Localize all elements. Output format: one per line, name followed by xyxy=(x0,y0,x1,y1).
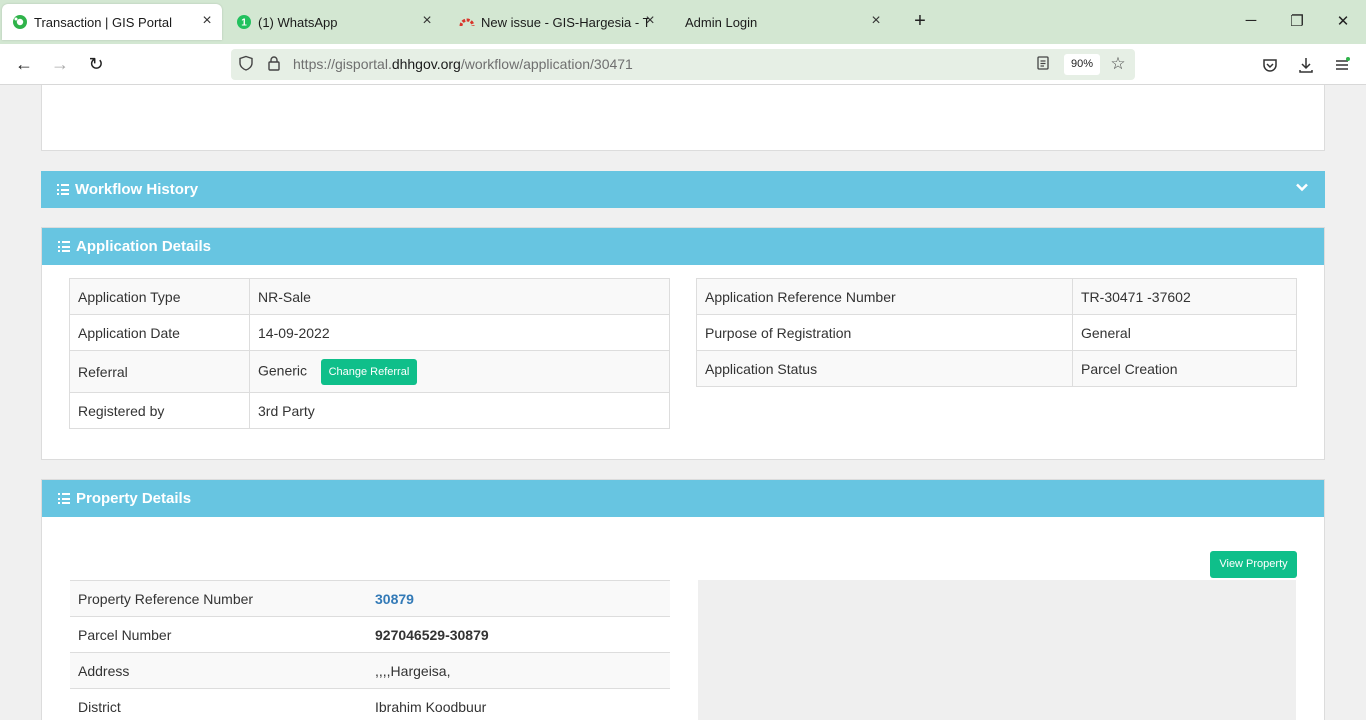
application-details-title: Application Details xyxy=(76,238,212,255)
url-prefix: https://gisportal. xyxy=(293,56,392,72)
close-tab-icon[interactable]: × xyxy=(200,13,214,29)
workflow-history-header[interactable]: Workflow History xyxy=(41,171,1325,208)
lock-icon[interactable] xyxy=(265,55,283,73)
navigation-bar: ← → ↻ https://gisportal.dhhgov.org/workf… xyxy=(0,44,1366,85)
property-details-table: Property Reference Number 30879 Parcel N… xyxy=(70,580,670,720)
tab-bar: Transaction | GIS Portal × 1 (1) WhatsAp… xyxy=(0,0,1366,44)
parcel-number-label: Parcel Number xyxy=(70,616,367,653)
district-label: District xyxy=(70,688,367,720)
table-row: District Ibrahim Koodbuur xyxy=(70,688,670,720)
previous-panel xyxy=(41,85,1325,151)
referral-cell: Generic Change Referral xyxy=(249,350,670,393)
registered-by-label: Registered by xyxy=(69,392,250,429)
whatsapp-icon: 1 xyxy=(236,14,252,30)
tab-admin-login[interactable]: Admin Login × xyxy=(685,4,891,40)
table-row: Registered by 3rd Party xyxy=(69,392,670,429)
close-tab-icon[interactable]: × xyxy=(643,13,657,29)
table-row: Application Reference Number TR-30471 -3… xyxy=(696,278,1297,315)
registered-by-value: 3rd Party xyxy=(249,392,670,429)
bookmark-star-icon[interactable]: ☆ xyxy=(1109,55,1127,73)
application-details-left-table: Application Type NR-Sale Application Dat… xyxy=(69,278,670,429)
property-details-header[interactable]: Property Details xyxy=(42,480,1324,517)
property-details-title: Property Details xyxy=(76,490,192,507)
tab-new-issue[interactable]: New issue - GIS-Hargesia - Team × xyxy=(459,4,665,40)
property-reference-label: Property Reference Number xyxy=(70,580,367,617)
close-tab-icon[interactable]: × xyxy=(869,13,883,29)
property-details-panel: Property Details View Property Property … xyxy=(41,479,1325,720)
table-row: Parcel Number 927046529-30879 xyxy=(70,616,670,653)
restore-icon[interactable]: ❐ xyxy=(1287,12,1307,32)
district-value: Ibrahim Koodbuur xyxy=(367,688,670,720)
workflow-history-title: Workflow History xyxy=(75,181,199,198)
list-icon xyxy=(58,241,70,252)
forward-icon[interactable]: → xyxy=(48,53,72,77)
list-icon xyxy=(57,184,69,195)
workflow-history-panel[interactable]: Workflow History xyxy=(41,171,1325,208)
address-value: ,,,,Hargeisa, xyxy=(367,652,670,689)
property-reference-link[interactable]: 30879 xyxy=(367,580,670,617)
view-property-button[interactable]: View Property xyxy=(1210,551,1297,578)
url-path: /workflow/application/30471 xyxy=(460,56,633,72)
table-row: Application Type NR-Sale xyxy=(69,278,670,315)
pocket-icon[interactable] xyxy=(1258,53,1282,77)
tab-whatsapp[interactable]: 1 (1) WhatsApp × xyxy=(236,4,442,40)
close-tab-icon[interactable]: × xyxy=(420,13,434,29)
shield-icon[interactable] xyxy=(237,55,255,73)
referral-value: Generic xyxy=(258,362,308,379)
property-map[interactable] xyxy=(698,580,1296,720)
status-value: Parcel Creation xyxy=(1072,350,1297,387)
tab-title: New issue - GIS-Hargesia - Team xyxy=(481,14,649,30)
purpose-label: Purpose of Registration xyxy=(696,314,1073,351)
table-row: Referral Generic Change Referral xyxy=(69,350,670,393)
chevron-down-icon[interactable] xyxy=(1295,180,1309,194)
reference-number-label: Application Reference Number xyxy=(696,278,1073,315)
parcel-number-value: 927046529-30879 xyxy=(367,616,670,653)
table-row: Property Reference Number 30879 xyxy=(70,580,670,617)
close-window-icon[interactable]: ✕ xyxy=(1333,12,1353,32)
menu-icon[interactable] xyxy=(1330,53,1354,77)
zoom-level-badge[interactable]: 90% xyxy=(1064,54,1100,75)
application-details-right-table: Application Reference Number TR-30471 -3… xyxy=(696,278,1297,387)
status-label: Application Status xyxy=(696,350,1073,387)
url-text[interactable]: https://gisportal.dhhgov.org/workflow/ap… xyxy=(293,56,633,72)
gis-portal-favicon-icon xyxy=(12,14,28,30)
whatsapp-badge: 1 xyxy=(241,18,247,29)
tab-title: Transaction | GIS Portal xyxy=(34,14,173,30)
table-row: Application Status Parcel Creation xyxy=(696,350,1297,387)
url-domain: dhhgov.org xyxy=(391,56,461,72)
application-details-header[interactable]: Application Details xyxy=(42,228,1324,265)
tab-title: Admin Login xyxy=(685,14,758,30)
application-date-label: Application Date xyxy=(69,314,250,351)
application-details-panel: Application Details Application Type NR-… xyxy=(41,227,1325,460)
application-date-value: 14-09-2022 xyxy=(249,314,670,351)
reader-view-icon[interactable] xyxy=(1034,55,1052,73)
minimize-icon[interactable]: ─ xyxy=(1241,12,1261,32)
tab-transaction[interactable]: Transaction | GIS Portal × xyxy=(2,4,222,40)
reload-icon[interactable]: ↻ xyxy=(84,53,108,77)
table-row: Application Date 14-09-2022 xyxy=(69,314,670,351)
address-label: Address xyxy=(70,652,367,689)
page-content: Workflow History Application Details App… xyxy=(0,85,1366,720)
new-tab-icon[interactable]: + xyxy=(910,11,930,32)
gitlab-icon xyxy=(459,14,475,30)
downloads-icon[interactable] xyxy=(1294,53,1318,77)
application-type-value: NR-Sale xyxy=(249,278,670,315)
referral-label: Referral xyxy=(69,350,250,393)
change-referral-button[interactable]: Change Referral xyxy=(320,358,417,385)
list-icon xyxy=(58,493,70,504)
application-type-label: Application Type xyxy=(69,278,250,315)
purpose-value: General xyxy=(1072,314,1297,351)
tab-title: (1) WhatsApp xyxy=(258,14,338,30)
table-row: Address ,,,,Hargeisa, xyxy=(70,652,670,689)
table-row: Purpose of Registration General xyxy=(696,314,1297,351)
reference-number-value: TR-30471 -37602 xyxy=(1072,278,1297,315)
back-icon[interactable]: ← xyxy=(12,53,36,77)
address-bar[interactable]: https://gisportal.dhhgov.org/workflow/ap… xyxy=(231,49,1135,80)
